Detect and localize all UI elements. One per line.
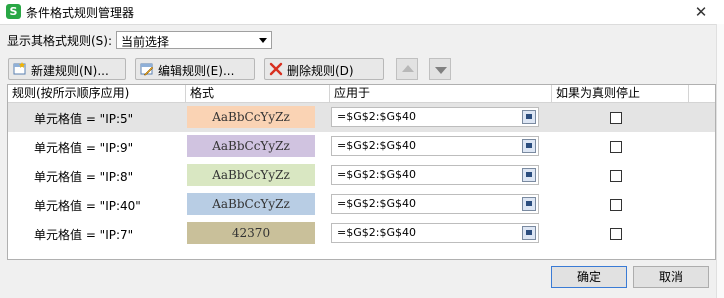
stop-if-true-checkbox[interactable] <box>610 228 622 240</box>
app-icon: S <box>6 4 21 19</box>
table-row[interactable]: 单元格值 = "IP:5" AaBbCcYyZz =$G$2:$G$40 <box>8 103 715 132</box>
show-rules-select[interactable]: 当前选择 <box>116 31 272 49</box>
format-preview: AaBbCcYyZz <box>187 106 315 128</box>
close-button[interactable]: ✕ <box>690 2 712 22</box>
format-preview: AaBbCcYyZz <box>187 135 315 157</box>
applies-to-field[interactable]: =$G$2:$G$40 <box>331 223 539 243</box>
rule-description: 单元格值 = "IP:5" <box>34 112 134 126</box>
range-picker-icon[interactable] <box>522 197 536 211</box>
stop-if-true-checkbox[interactable] <box>610 141 622 153</box>
table-row[interactable]: 单元格值 = "IP:40" AaBbCcYyZz =$G$2:$G$40 <box>8 190 715 219</box>
new-rule-icon <box>13 62 26 75</box>
applies-to-value: =$G$2:$G$40 <box>337 197 416 210</box>
applies-to-field[interactable]: =$G$2:$G$40 <box>331 165 539 185</box>
header-stop-if-true: 如果为真则停止 <box>552 85 689 102</box>
format-preview: 42370 <box>187 222 315 244</box>
range-picker-icon[interactable] <box>522 110 536 124</box>
title-bar: S 条件格式规则管理器 ✕ <box>0 0 724 25</box>
show-rules-label: 显示其格式规则(S): <box>7 34 113 48</box>
applies-to-field[interactable]: =$G$2:$G$40 <box>331 194 539 214</box>
show-rules-value: 当前选择 <box>121 35 170 49</box>
applies-to-value: =$G$2:$G$40 <box>337 168 416 181</box>
range-picker-icon[interactable] <box>522 139 536 153</box>
move-down-button[interactable] <box>429 58 451 80</box>
rule-description: 单元格值 = "IP:7" <box>34 228 134 242</box>
chevron-down-icon <box>259 38 267 43</box>
move-up-button[interactable] <box>396 58 418 80</box>
table-row[interactable]: 单元格值 = "IP:8" AaBbCcYyZz =$G$2:$G$40 <box>8 161 715 190</box>
rule-description: 单元格值 = "IP:40" <box>34 199 141 213</box>
stop-if-true-checkbox[interactable] <box>610 199 622 211</box>
table-row[interactable]: 单元格值 = "IP:9" AaBbCcYyZz =$G$2:$G$40 <box>8 132 715 161</box>
new-rule-button[interactable]: 新建规则(N)... <box>8 58 126 80</box>
delete-x-icon <box>269 62 283 76</box>
window-edge <box>716 24 724 298</box>
header-rule: 规则(按所示顺序应用) <box>8 85 186 102</box>
delete-rule-label: 删除规则(D) <box>287 64 354 78</box>
edit-rule-button[interactable]: 编辑规则(E)... <box>135 58 255 80</box>
header-format: 格式 <box>186 85 330 102</box>
edit-rule-label: 编辑规则(E)... <box>158 64 235 78</box>
triangle-up-icon <box>402 65 414 72</box>
stop-if-true-checkbox[interactable] <box>610 170 622 182</box>
triangle-down-icon <box>435 67 447 74</box>
delete-rule-button[interactable]: 删除规则(D) <box>264 58 384 80</box>
ok-button[interactable]: 确定 <box>551 266 627 288</box>
rule-description: 单元格值 = "IP:9" <box>34 141 134 155</box>
edit-rule-icon <box>140 63 154 76</box>
format-preview: AaBbCcYyZz <box>187 164 315 186</box>
applies-to-field[interactable]: =$G$2:$G$40 <box>331 136 539 156</box>
applies-to-field[interactable]: =$G$2:$G$40 <box>331 107 539 127</box>
table-header: 规则(按所示顺序应用) 格式 应用于 如果为真则停止 <box>8 85 715 103</box>
stop-if-true-checkbox[interactable] <box>610 112 622 124</box>
applies-to-value: =$G$2:$G$40 <box>337 110 416 123</box>
rules-table: 规则(按所示顺序应用) 格式 应用于 如果为真则停止 单元格值 = "IP:5"… <box>7 84 716 260</box>
cancel-button[interactable]: 取消 <box>633 266 709 288</box>
window-title: 条件格式规则管理器 <box>26 6 135 20</box>
applies-to-value: =$G$2:$G$40 <box>337 139 416 152</box>
range-picker-icon[interactable] <box>522 168 536 182</box>
rule-description: 单元格值 = "IP:8" <box>34 170 134 184</box>
header-applies-to: 应用于 <box>330 85 552 102</box>
range-picker-icon[interactable] <box>522 226 536 240</box>
format-preview: AaBbCcYyZz <box>187 193 315 215</box>
table-row[interactable]: 单元格值 = "IP:7" 42370 =$G$2:$G$40 <box>8 219 715 248</box>
applies-to-value: =$G$2:$G$40 <box>337 226 416 239</box>
new-rule-label: 新建规则(N)... <box>31 64 109 78</box>
